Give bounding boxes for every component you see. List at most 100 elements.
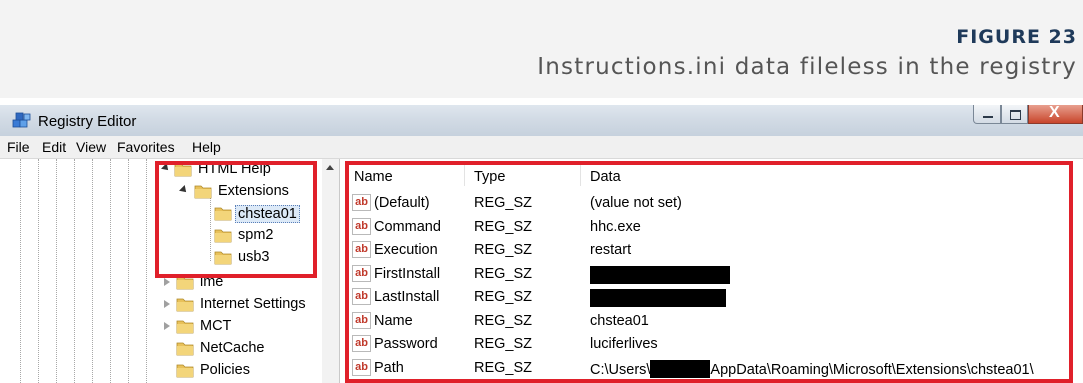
value-data <box>590 289 726 307</box>
value-data: luciferlives <box>590 336 658 352</box>
string-value-icon: ab <box>352 241 371 258</box>
value-name: Name <box>374 312 413 329</box>
string-value-icon: ab <box>352 358 371 376</box>
tree-item-label: Internet Settings <box>200 296 306 312</box>
folder-icon <box>194 183 212 199</box>
expand-arrow-icon[interactable] <box>161 163 171 173</box>
folder-icon <box>176 274 194 290</box>
value-row[interactable]: ab LastInstall REG_SZ <box>340 286 1083 309</box>
value-name: (Default) <box>374 195 430 211</box>
value-row[interactable]: ab Name REG_SZ chstea01 <box>340 310 1083 333</box>
collapse-arrow-icon[interactable] <box>164 322 170 330</box>
tree-item[interactable]: HTML Help <box>0 159 320 181</box>
column-divider[interactable] <box>580 164 581 186</box>
value-type: REG_SZ <box>474 336 533 352</box>
tree-scrollbar[interactable] <box>322 159 339 383</box>
value-type: REG_SZ <box>474 289 533 305</box>
tree-item-label: ime <box>200 274 224 290</box>
key-tree-pane[interactable]: HTML Help Extensions chstea01 spm2 usb3 ime In… <box>0 159 340 383</box>
figure-header: FIGURE 23 Instructions.ini data fileless… <box>0 0 1083 98</box>
tree-item[interactable]: spm2 <box>0 225 320 247</box>
value-type: REG_SZ <box>474 312 533 329</box>
value-row[interactable]: ab Path REG_SZ C:\Users\ AppData\Roaming\Mic… <box>340 357 1083 380</box>
folder-icon <box>176 296 194 312</box>
value-type: REG_SZ <box>474 195 533 211</box>
figure-caption: Instructions.ini data fileless in the re… <box>537 54 1077 80</box>
scroll-up-icon[interactable] <box>326 165 334 170</box>
value-data: restart <box>590 242 632 258</box>
tree-item-label: usb3 <box>238 249 270 265</box>
path-prefix: C:\Users\ <box>590 361 651 378</box>
tree-item-label: MCT <box>200 318 232 334</box>
menu-edit[interactable]: Edit <box>42 139 66 155</box>
value-type: REG_SZ <box>474 218 533 235</box>
value-name: Command <box>374 218 441 235</box>
values-list-pane[interactable]: Name Type Data ab (Default) REG_SZ (value n… <box>340 159 1083 383</box>
value-row[interactable]: ab Command REG_SZ hhc.exe <box>340 216 1083 239</box>
redaction-bar <box>590 289 726 307</box>
value-data: hhc.exe <box>590 218 641 235</box>
tree-item[interactable]: ime <box>0 272 320 294</box>
value-row[interactable]: ab (Default) REG_SZ (value not set) <box>340 192 1083 215</box>
column-header-name[interactable]: Name <box>354 169 393 185</box>
path-suffix: AppData\Roaming\Microsoft\Extensions\chs… <box>710 361 1034 378</box>
string-value-icon: ab <box>352 264 371 282</box>
value-type: REG_SZ <box>474 265 533 282</box>
value-row[interactable]: ab Password REG_SZ luciferlives <box>340 333 1083 356</box>
string-value-icon: ab <box>352 288 371 305</box>
tree-item-label: spm2 <box>238 227 274 243</box>
window-title: Registry Editor <box>38 113 137 130</box>
minimize-button[interactable] <box>973 105 1001 124</box>
menu-view[interactable]: View <box>76 139 106 155</box>
string-value-icon: ab <box>352 217 371 235</box>
registry-editor-window: Registry Editor X File Edit View Favorit… <box>0 104 1083 383</box>
menu-file[interactable]: File <box>7 139 30 155</box>
column-header-type[interactable]: Type <box>474 169 505 185</box>
tree-item[interactable]: Extensions <box>0 181 320 203</box>
collapse-arrow-icon[interactable] <box>164 278 170 286</box>
column-divider[interactable] <box>464 164 465 186</box>
folder-icon <box>176 362 194 378</box>
tree-item[interactable]: NetCache <box>0 338 320 360</box>
folder-icon <box>214 227 232 243</box>
redaction-bar <box>650 359 711 378</box>
tree-item[interactable]: chstea01 <box>0 203 320 225</box>
value-name: FirstInstall <box>374 265 441 282</box>
value-name: LastInstall <box>374 289 440 305</box>
folder-icon <box>176 318 194 334</box>
value-name: Execution <box>374 242 438 258</box>
folder-icon <box>214 249 232 265</box>
close-button[interactable]: X <box>1028 104 1083 124</box>
tree-item-label: HTML Help <box>198 161 271 177</box>
value-name: Password <box>374 336 438 352</box>
close-icon: X <box>1049 104 1060 121</box>
figure-title: FIGURE 23 <box>956 26 1077 48</box>
maximize-button[interactable] <box>1001 105 1028 124</box>
value-type: REG_SZ <box>474 359 533 376</box>
menu-help[interactable]: Help <box>192 139 221 155</box>
string-value-icon: ab <box>352 335 371 352</box>
collapse-arrow-icon[interactable] <box>164 300 170 308</box>
tree-item-label: Extensions <box>218 183 289 199</box>
value-row[interactable]: ab FirstInstall REG_SZ <box>340 263 1083 286</box>
value-name: Path <box>374 359 404 376</box>
folder-icon <box>214 205 232 221</box>
redaction-bar <box>590 265 730 284</box>
tree-item[interactable]: usb3 <box>0 247 320 269</box>
value-data: C:\Users\ AppData\Roaming\Microsoft\Exten… <box>590 359 1034 378</box>
menu-bar: File Edit View Favorites Help <box>0 136 1083 159</box>
tree-item[interactable]: MCT <box>0 316 320 338</box>
column-header-data[interactable]: Data <box>590 169 621 185</box>
tree-item-label: NetCache <box>200 340 265 356</box>
tree-item[interactable]: Internet Settings <box>0 294 320 316</box>
value-data: chstea01 <box>590 312 649 329</box>
value-data: (value not set) <box>590 195 682 211</box>
tree-item-label: Policies <box>200 362 250 378</box>
tree-item-label: chstea01 <box>235 205 300 223</box>
menu-favorites[interactable]: Favorites <box>117 139 175 155</box>
expand-arrow-icon[interactable] <box>179 185 189 195</box>
title-bar[interactable]: Registry Editor X <box>0 104 1083 136</box>
folder-icon <box>176 340 194 356</box>
value-row[interactable]: ab Execution REG_SZ restart <box>340 239 1083 262</box>
tree-item[interactable]: Policies <box>0 360 320 382</box>
